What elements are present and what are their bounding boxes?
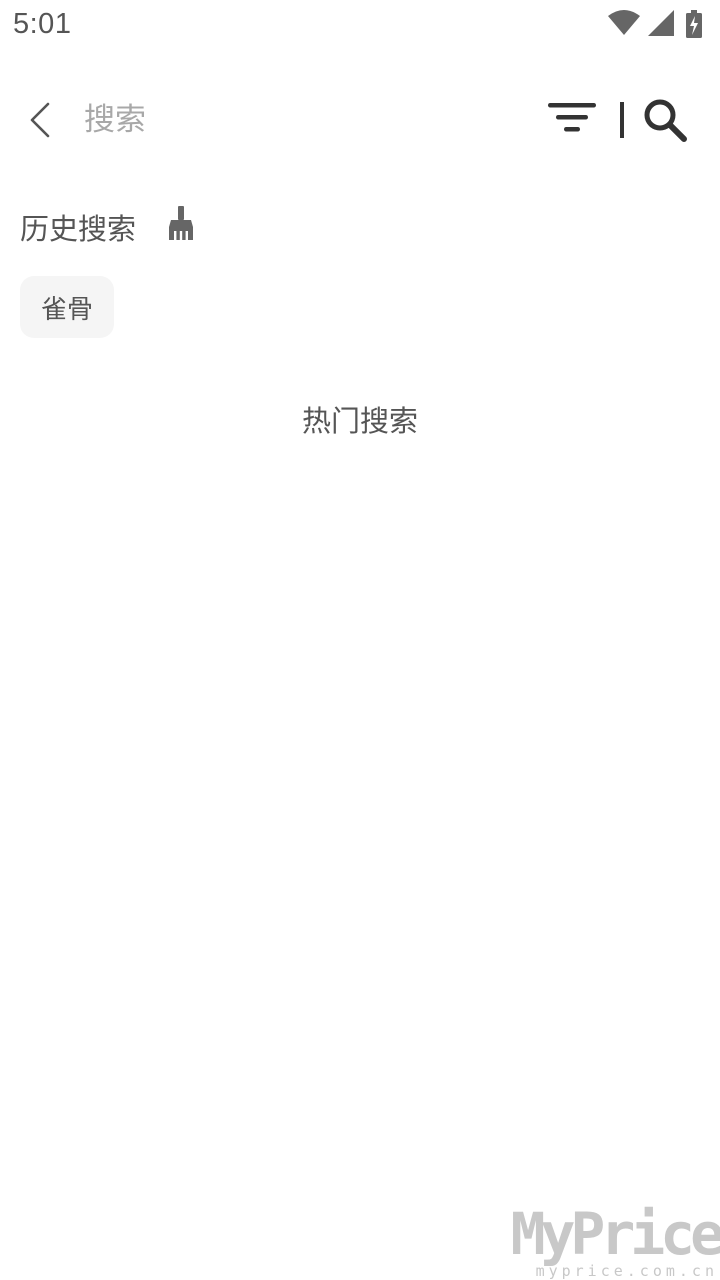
watermark-logo: MyPrice myprice.com.cn <box>511 1200 720 1280</box>
cellular-signal-icon <box>648 10 674 36</box>
history-chip[interactable]: 雀骨 <box>20 276 115 338</box>
search-bar <box>0 80 720 160</box>
search-icon <box>644 99 687 142</box>
search-input[interactable] <box>84 98 504 142</box>
watermark-text: MyPrice <box>510 1200 720 1268</box>
history-title: 历史搜索 <box>20 212 137 246</box>
status-bar: 5:01 <box>0 0 720 50</box>
filter-icon <box>548 103 596 132</box>
toolbar-divider <box>620 102 624 138</box>
back-arrow-icon <box>30 102 50 138</box>
search-screen: 5:01 搜索 历史搜索 雀骨 热门搜索 MyPrice myprice.com… <box>0 0 720 1280</box>
wifi-icon <box>608 10 640 35</box>
filter-button[interactable] <box>544 100 600 140</box>
battery-charging-icon <box>686 10 702 38</box>
back-button[interactable] <box>22 100 62 140</box>
hot-search-title: 热门搜索 <box>301 404 418 438</box>
status-time: 5:01 <box>13 8 72 40</box>
broom-icon <box>169 206 193 240</box>
search-button[interactable] <box>640 96 692 144</box>
status-icons <box>608 10 708 38</box>
watermark-subtext: myprice.com.cn <box>535 1262 718 1280</box>
clear-history-button[interactable] <box>164 206 198 242</box>
